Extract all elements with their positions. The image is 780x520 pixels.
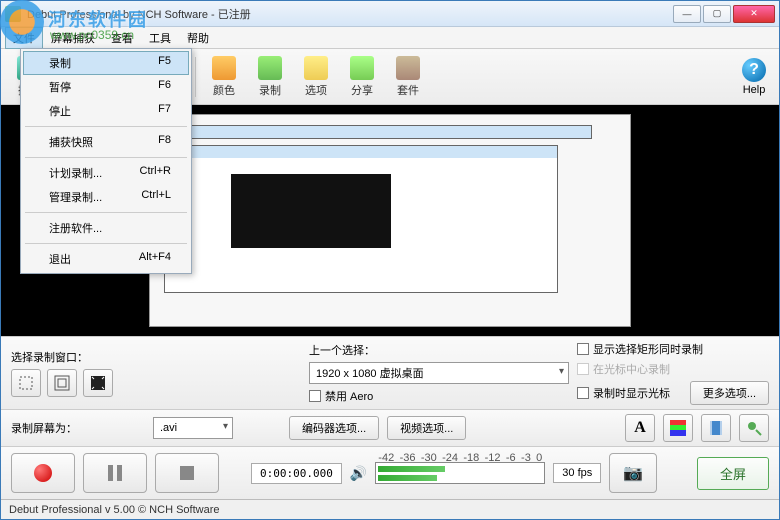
last-select-label: 上一个选择： (309, 342, 569, 358)
menu-bar: 文件 屏幕捕获 查看 工具 帮助 (1, 27, 779, 49)
menu-snapshot[interactable]: 捕获快照F8 (23, 130, 189, 154)
menu-stop[interactable]: 停止F7 (23, 99, 189, 123)
menu-record[interactable]: 录制F5 (23, 51, 189, 75)
fps-display: 30 fps (553, 463, 601, 483)
capture-settings-panel: 选择录制窗口： 上一个选择： 1920 x 1080 虚拟桌面 禁用 Aero … (1, 336, 779, 409)
video-options-button[interactable]: 视频选项... (387, 416, 466, 440)
toolbar-record[interactable]: 录制 (248, 52, 292, 102)
help-icon: ? (742, 58, 766, 82)
center-cursor-checkbox: 在光标中心录制 (577, 361, 769, 377)
maximize-button[interactable]: ▢ (703, 5, 731, 23)
menu-pause[interactable]: 暂停F6 (23, 75, 189, 99)
menu-sep (25, 243, 187, 244)
menu-view[interactable]: 查看 (103, 27, 141, 49)
resolution-select[interactable]: 1920 x 1080 虚拟桌面 (309, 362, 569, 384)
menu-file[interactable]: 文件 (5, 27, 43, 49)
format-settings-panel: 录制屏幕为： .avi 编码器选项... 视频选项... A (1, 409, 779, 446)
timecode-display: 0:00:00.000 (251, 463, 342, 484)
menu-screencapture[interactable]: 屏幕捕获 (43, 27, 103, 49)
text-overlay-button[interactable]: A (625, 414, 655, 442)
menu-tools[interactable]: 工具 (141, 27, 179, 49)
select-window-button[interactable] (47, 369, 77, 397)
toolbar-share[interactable]: 分享 (340, 52, 384, 102)
format-select[interactable]: .avi (153, 417, 233, 439)
menu-sep (25, 212, 187, 213)
record-button[interactable] (11, 453, 75, 493)
file-menu-dropdown: 录制F5 暂停F6 停止F7 捕获快照F8 计划录制...Ctrl+R 管理录制… (20, 48, 192, 274)
close-button[interactable]: ✕ (733, 5, 775, 23)
preview-content (149, 114, 631, 327)
watermark-button[interactable] (739, 414, 769, 442)
menu-schedule[interactable]: 计划录制...Ctrl+R (23, 161, 189, 185)
filmstrip-icon (258, 56, 282, 80)
speaker-icon[interactable]: 🔊 (350, 465, 367, 482)
share-icon (350, 56, 374, 80)
status-text: Debut Professional v 5.00 © NCH Software (9, 504, 219, 516)
select-window-label: 选择录制窗口： (11, 349, 301, 365)
window-title: Debut Professional by NCH Software - 已注册 (27, 6, 673, 22)
menu-register[interactable]: 注册软件... (23, 216, 189, 240)
minimize-button[interactable]: — (673, 5, 701, 23)
disable-aero-checkbox[interactable]: 禁用 Aero (309, 388, 569, 404)
menu-sep (25, 157, 187, 158)
record-icon (34, 464, 52, 482)
toolbar-help[interactable]: ? Help (735, 58, 773, 96)
app-icon (5, 6, 21, 22)
briefcase-icon (396, 56, 420, 80)
title-bar: Debut Professional by NCH Software - 已注册… (1, 1, 779, 27)
effects-button[interactable] (701, 414, 731, 442)
record-as-label: 录制屏幕为： (11, 420, 77, 436)
pause-icon (108, 465, 122, 481)
fullscreen-button[interactable]: 全屏 (697, 457, 769, 490)
menu-manage[interactable]: 管理录制...Ctrl+L (23, 185, 189, 209)
wrench-icon (304, 56, 328, 80)
stop-icon (180, 466, 194, 480)
help-label: Help (743, 84, 766, 96)
pause-button[interactable] (83, 453, 147, 493)
toolbar-kit[interactable]: 套件 (386, 52, 430, 102)
app-window: 河东软件园 www.pc0359.cn Debut Professional b… (0, 0, 780, 520)
show-rect-checkbox[interactable]: 显示选择矩形同时录制 (577, 341, 769, 357)
meter-ticks: -42-36-30-24-18-12-6-30 (376, 452, 544, 464)
more-options-button[interactable]: 更多选项... (690, 381, 769, 405)
menu-exit[interactable]: 退出Alt+F4 (23, 247, 189, 271)
status-bar: Debut Professional v 5.00 © NCH Software (1, 499, 779, 519)
show-cursor-checkbox[interactable]: 录制时显示光标 (577, 385, 670, 401)
transport-controls: 0:00:00.000 🔊 -42-36-30-24-18-12-6-30 30… (1, 446, 779, 499)
encoder-options-button[interactable]: 编码器选项... (289, 416, 379, 440)
color-adjust-button[interactable] (663, 414, 693, 442)
color-icon (212, 56, 236, 80)
camera-icon: 📷 (623, 463, 643, 483)
toolbar-sep (195, 57, 196, 97)
toolbar-options[interactable]: 选项 (294, 52, 338, 102)
select-rect-button[interactable] (11, 369, 41, 397)
menu-help[interactable]: 帮助 (179, 27, 217, 49)
menu-sep (25, 126, 187, 127)
stop-button[interactable] (155, 453, 219, 493)
toolbar-color[interactable]: 颜色 (202, 52, 246, 102)
snapshot-button[interactable]: 📷 (609, 453, 657, 493)
audio-meter: -42-36-30-24-18-12-6-30 (375, 462, 545, 484)
select-fullscreen-button[interactable] (83, 369, 113, 397)
